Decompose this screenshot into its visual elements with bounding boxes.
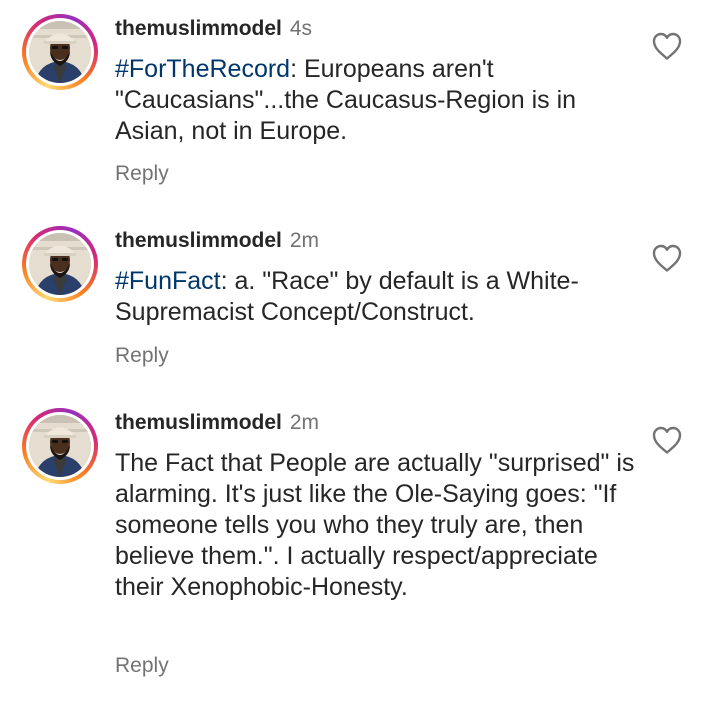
comment-text: #ForTheRecord: Europeans aren't "Caucasi…: [115, 54, 635, 147]
hashtag-link[interactable]: #ForTheRecord: [115, 55, 290, 83]
comment-text: #FunFact: a. "Race" by default is a Whit…: [115, 266, 635, 328]
hashtag-link[interactable]: #FunFact: [115, 267, 221, 295]
heart-outline-icon[interactable]: [651, 243, 683, 273]
comment-header: themuslimmodel 2m: [115, 228, 319, 254]
heart-outline-icon[interactable]: [651, 425, 683, 455]
avatar[interactable]: [22, 14, 98, 90]
timestamp: 2m: [289, 411, 320, 434]
username[interactable]: themuslimmodel: [115, 229, 282, 252]
comment-header: themuslimmodel 4s: [115, 16, 312, 42]
avatar-photo: [29, 21, 91, 83]
avatar[interactable]: [22, 408, 98, 484]
username[interactable]: themuslimmodel: [115, 17, 282, 40]
heart-outline-icon[interactable]: [651, 31, 683, 61]
comment-header: themuslimmodel 2m: [115, 410, 319, 436]
comment-body: The Fact that People are actually "surpr…: [115, 449, 635, 601]
reply-button[interactable]: Reply: [115, 343, 169, 369]
username[interactable]: themuslimmodel: [115, 411, 282, 434]
avatar-photo: [29, 233, 91, 295]
reply-button[interactable]: Reply: [115, 653, 169, 679]
comment-text: The Fact that People are actually "surpr…: [115, 448, 635, 603]
avatar-photo: [29, 415, 91, 477]
timestamp: 4s: [289, 17, 313, 40]
reply-button[interactable]: Reply: [115, 161, 169, 187]
timestamp: 2m: [289, 229, 320, 252]
avatar[interactable]: [22, 226, 98, 302]
